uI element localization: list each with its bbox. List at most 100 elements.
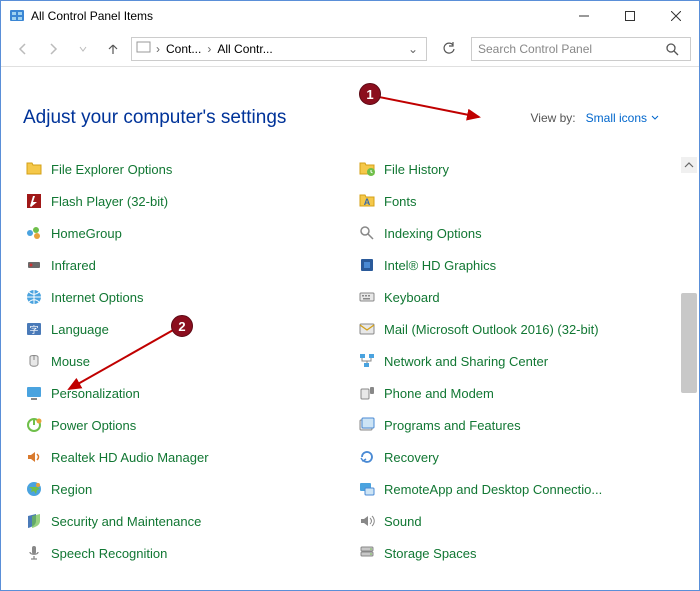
- cp-item-label: Personalization: [51, 386, 140, 401]
- cp-item-label: Network and Sharing Center: [384, 354, 548, 369]
- minimize-button[interactable]: [561, 1, 607, 31]
- cp-item-label: Indexing Options: [384, 226, 482, 241]
- cp-item-label: Storage Spaces: [384, 546, 477, 561]
- search-box[interactable]: [471, 37, 691, 61]
- chevron-right-icon: ›: [203, 42, 215, 56]
- remoteapp-icon: [358, 480, 376, 498]
- internet-icon: [25, 288, 43, 306]
- indexing-icon: [358, 224, 376, 242]
- svg-text:字: 字: [29, 324, 38, 335]
- cp-item-sound[interactable]: Sound: [356, 505, 679, 537]
- scrollbar-up-icon[interactable]: [681, 157, 697, 173]
- folder-icon: [136, 40, 152, 57]
- cp-item-mail[interactable]: Mail (Microsoft Outlook 2016) (32-bit): [356, 313, 679, 345]
- homegroup-icon: [25, 224, 43, 242]
- cp-item-filehistory[interactable]: File History: [356, 153, 679, 185]
- region-icon: [25, 480, 43, 498]
- cp-item-label: Recovery: [384, 450, 439, 465]
- cp-item-label: Speech Recognition: [51, 546, 167, 561]
- scrollbar-thumb[interactable]: [681, 293, 697, 393]
- app-icon: [9, 8, 25, 24]
- cp-item-label: Fonts: [384, 194, 417, 209]
- cp-item-label: Language: [51, 322, 109, 337]
- view-by-value-text: Small icons: [586, 111, 647, 125]
- window-title: All Control Panel Items: [31, 9, 561, 23]
- cp-item-network[interactable]: Network and Sharing Center: [356, 345, 679, 377]
- cp-item-flash[interactable]: Flash Player (32-bit): [23, 185, 346, 217]
- cp-item-fonts[interactable]: A Fonts: [356, 185, 679, 217]
- chevron-right-icon: ›: [152, 42, 164, 56]
- cp-item-label: Internet Options: [51, 290, 144, 305]
- cp-item-personalization[interactable]: Personalization: [23, 377, 346, 409]
- search-icon[interactable]: [660, 42, 684, 56]
- cp-item-label: Mouse: [51, 354, 90, 369]
- personalization-icon: [25, 384, 43, 402]
- svg-text:A: A: [364, 197, 371, 207]
- breadcrumb-cont[interactable]: Cont...: [164, 42, 203, 56]
- title-bar: All Control Panel Items: [1, 1, 699, 31]
- cp-item-label: Security and Maintenance: [51, 514, 201, 529]
- flash-icon: [25, 192, 43, 210]
- items-grid: File Explorer Options File History Flash P…: [23, 153, 679, 569]
- up-button[interactable]: [99, 35, 127, 63]
- programs-icon: [358, 416, 376, 434]
- audio-icon: [25, 448, 43, 466]
- recovery-icon: [358, 448, 376, 466]
- cp-item-remoteapp[interactable]: RemoteApp and Desktop Connectio...: [356, 473, 679, 505]
- cp-item-label: Keyboard: [384, 290, 440, 305]
- breadcrumb-allcontrol[interactable]: All Contr...: [215, 42, 274, 56]
- cp-item-label: Power Options: [51, 418, 136, 433]
- recent-dropdown[interactable]: [69, 35, 97, 63]
- cp-item-power[interactable]: Power Options: [23, 409, 346, 441]
- cp-item-label: HomeGroup: [51, 226, 122, 241]
- annotation-badge-2: 2: [171, 315, 193, 337]
- forward-button[interactable]: [39, 35, 67, 63]
- cp-item-indexing[interactable]: Indexing Options: [356, 217, 679, 249]
- search-input[interactable]: [478, 42, 660, 56]
- mouse-icon: [25, 352, 43, 370]
- cp-item-internet[interactable]: Internet Options: [23, 281, 346, 313]
- cp-item-label: Realtek HD Audio Manager: [51, 450, 209, 465]
- close-button[interactable]: [653, 1, 699, 31]
- cp-item-audio[interactable]: Realtek HD Audio Manager: [23, 441, 346, 473]
- power-icon: [25, 416, 43, 434]
- address-bar[interactable]: › Cont... › All Contr... ⌄: [131, 37, 427, 61]
- chevron-down-icon: [651, 115, 659, 121]
- sound-icon: [358, 512, 376, 530]
- maximize-button[interactable]: [607, 1, 653, 31]
- cp-item-speech[interactable]: Speech Recognition: [23, 537, 346, 569]
- cp-item-label: Region: [51, 482, 92, 497]
- back-button[interactable]: [9, 35, 37, 63]
- cp-item-storage[interactable]: Storage Spaces: [356, 537, 679, 569]
- cp-item-security[interactable]: Security and Maintenance: [23, 505, 346, 537]
- cp-item-label: Intel® HD Graphics: [384, 258, 496, 273]
- cp-item-label: Sound: [384, 514, 422, 529]
- nav-bar: › Cont... › All Contr... ⌄: [1, 31, 699, 67]
- cp-item-infrared[interactable]: Infrared: [23, 249, 346, 281]
- view-by-dropdown[interactable]: Small icons: [586, 111, 659, 125]
- keyboard-icon: [358, 288, 376, 306]
- cp-item-region[interactable]: Region: [23, 473, 346, 505]
- cp-item-phone[interactable]: Phone and Modem: [356, 377, 679, 409]
- cp-item-label: Flash Player (32-bit): [51, 194, 168, 209]
- speech-icon: [25, 544, 43, 562]
- cp-item-recovery[interactable]: Recovery: [356, 441, 679, 473]
- cp-item-label: Infrared: [51, 258, 96, 273]
- address-dropdown-icon[interactable]: ⌄: [404, 42, 422, 56]
- cp-item-programs[interactable]: Programs and Features: [356, 409, 679, 441]
- filehistory-icon: [358, 160, 376, 178]
- phone-icon: [358, 384, 376, 402]
- refresh-button[interactable]: [435, 35, 463, 63]
- cp-item-intel[interactable]: Intel® HD Graphics: [356, 249, 679, 281]
- cp-item-folder[interactable]: File Explorer Options: [23, 153, 346, 185]
- cp-item-label: File History: [384, 162, 449, 177]
- cp-item-label: Programs and Features: [384, 418, 521, 433]
- view-by-control: View by: Small icons: [531, 111, 660, 125]
- annotation-badge-1: 1: [359, 83, 381, 105]
- security-icon: [25, 512, 43, 530]
- cp-item-mouse[interactable]: Mouse: [23, 345, 346, 377]
- language-icon: 字: [25, 320, 43, 338]
- mail-icon: [358, 320, 376, 338]
- cp-item-homegroup[interactable]: HomeGroup: [23, 217, 346, 249]
- cp-item-keyboard[interactable]: Keyboard: [356, 281, 679, 313]
